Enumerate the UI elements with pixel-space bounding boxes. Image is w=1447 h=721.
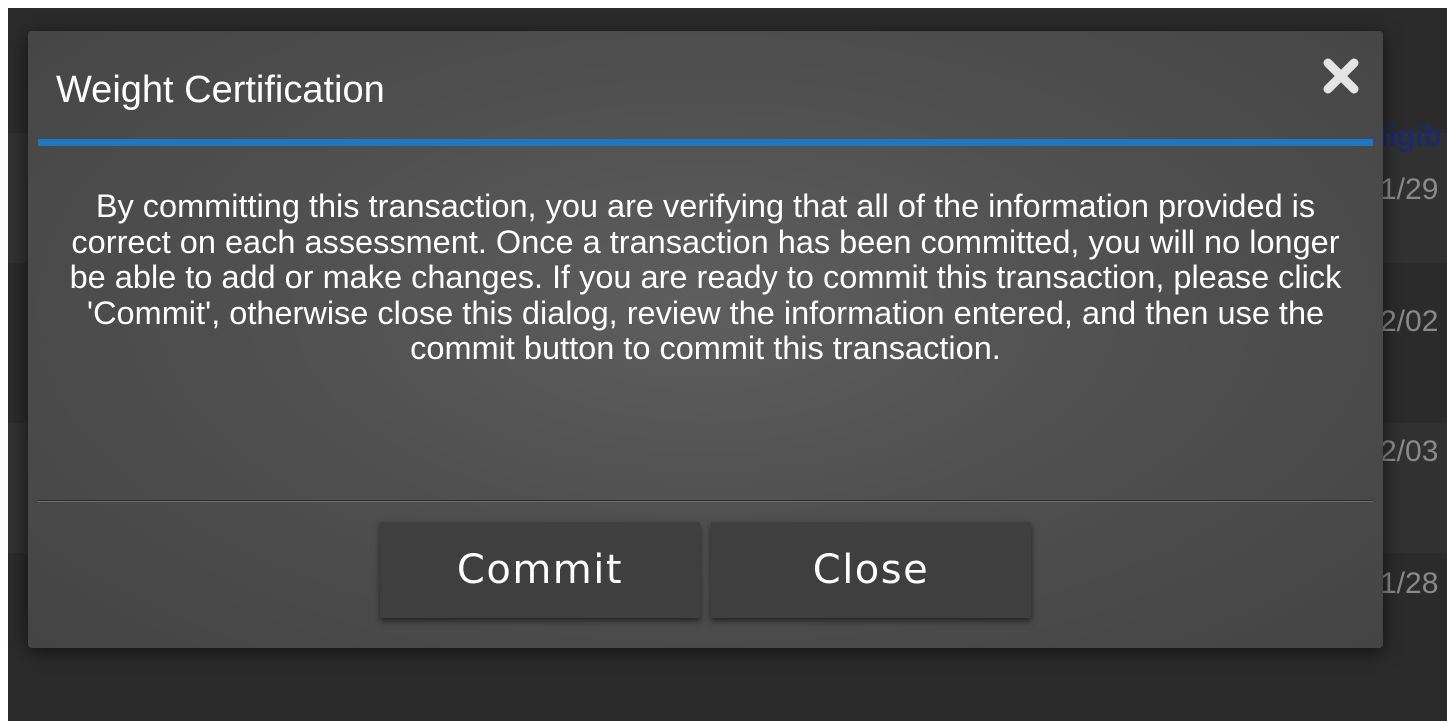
- background-table-cell: 2/02: [1380, 305, 1439, 338]
- background-column-header: ligib: [1380, 120, 1442, 153]
- background-table-cell: 1/28: [1380, 567, 1439, 600]
- title-divider: [38, 139, 1373, 146]
- background-table-cell: 1/29: [1380, 173, 1439, 206]
- dialog-title: Weight Certification: [56, 69, 385, 111]
- close-button[interactable]: Close: [711, 522, 1031, 618]
- footer-divider: [38, 500, 1373, 502]
- dialog-message: By committing this transaction, you are …: [69, 188, 1342, 366]
- commit-button[interactable]: Commit: [380, 522, 700, 618]
- background-table-cell: 2/03: [1380, 435, 1439, 468]
- close-icon[interactable]: [1318, 53, 1364, 99]
- weight-certification-dialog: Weight Certification By committing this …: [28, 31, 1383, 648]
